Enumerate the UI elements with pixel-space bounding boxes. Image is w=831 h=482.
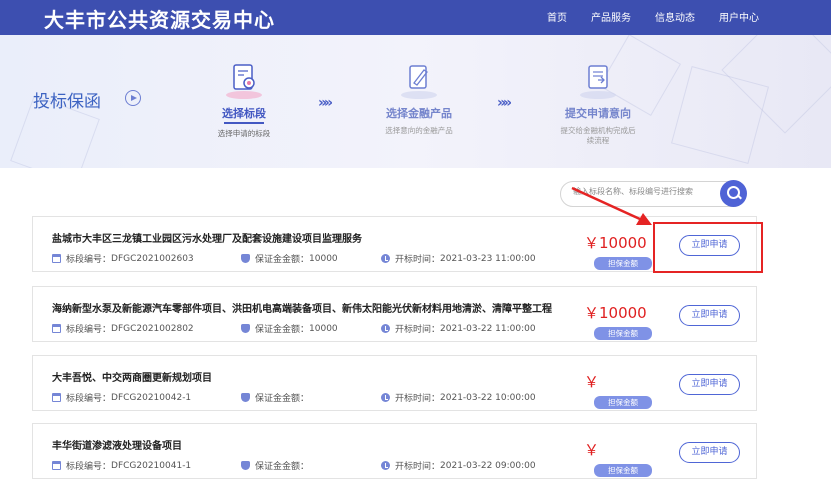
step-description: 选择意向的金融产品 xyxy=(385,126,453,135)
step-name: 提交申请意向 xyxy=(565,107,631,120)
step-description: 选择申请的标段 xyxy=(217,129,271,138)
project-deposit: 保证金金额： 10000 xyxy=(241,252,338,265)
project-code: 标段编号： DFCG20210042-1 xyxy=(52,391,191,404)
project-card: 丰华街道渗滤液处理设备项目 标段编号： DFCG20210041-1 保证金金额：… xyxy=(32,423,757,479)
play-icon[interactable] xyxy=(125,90,141,106)
search-input[interactable] xyxy=(573,187,713,196)
guarantee-amount-tag: 担保金额 xyxy=(594,396,652,409)
project-card: 大丰吾悦、中交两商圈更新规划项目 标段编号： DFCG20210042-1 保证金… xyxy=(32,355,757,411)
project-open-time: 开标时间： 2021-03-23 11:00:00 xyxy=(381,252,536,265)
clock-icon xyxy=(381,393,390,402)
nav-products[interactable]: 产品服务 xyxy=(591,9,631,24)
step-select-section[interactable]: 选择标段 选择申请的标段 xyxy=(184,61,304,139)
step-select-product[interactable]: 选择金融产品 选择意向的金融产品 xyxy=(359,61,479,136)
clock-icon xyxy=(381,461,390,470)
apply-now-button[interactable]: 立即申请 xyxy=(679,305,740,326)
shield-icon xyxy=(241,254,250,263)
calendar-icon xyxy=(52,254,61,263)
guarantee-price: ￥ xyxy=(584,373,600,391)
clock-icon xyxy=(381,324,390,333)
nav-home[interactable]: 首页 xyxy=(547,9,567,24)
apply-now-button[interactable]: 立即申请 xyxy=(679,374,740,395)
site-title: 大丰市公共资源交易中心 xyxy=(44,8,275,32)
project-open-time: 开标时间： 2021-03-22 10:00:00 xyxy=(381,391,536,404)
project-title: 大丰吾悦、中交两商圈更新规划项目 xyxy=(52,373,212,384)
calendar-icon xyxy=(52,461,61,470)
project-code: 标段编号： DFGC2021002603 xyxy=(52,252,194,265)
search-box xyxy=(560,181,746,207)
step-arrow: »» xyxy=(497,95,512,111)
guarantee-price: ￥ xyxy=(584,441,600,459)
top-bar: 大丰市公共资源交易中心 首页 产品服务 信息动态 用户中心 xyxy=(0,0,831,35)
project-title: 海纳新型水泵及新能源汽车零部件项目、洪田机电高端装备项目、新伟太阳能光伏新材料用… xyxy=(52,304,552,315)
document-edit-icon xyxy=(397,61,441,101)
nav-news[interactable]: 信息动态 xyxy=(655,9,695,24)
form-submit-icon xyxy=(576,61,620,101)
guarantee-price: ￥10000 xyxy=(584,234,647,252)
shield-icon xyxy=(241,324,250,333)
step-arrow: »» xyxy=(318,95,333,111)
process-banner: 投标保函 选择标段 选择申请的标段 »» 选择金融产品 选择意向的金融产品 »»… xyxy=(0,35,831,168)
apply-now-button[interactable]: 立即申请 xyxy=(679,442,740,463)
project-title: 丰华街道渗滤液处理设备项目 xyxy=(52,441,182,452)
step-name: 选择金融产品 xyxy=(386,107,452,120)
project-code: 标段编号： DFGC2021002802 xyxy=(52,322,194,335)
project-open-time: 开标时间： 2021-03-22 11:00:00 xyxy=(381,322,536,335)
search-icon[interactable] xyxy=(720,180,747,207)
project-title: 盐城市大丰区三龙镇工业园区污水处理厂及配套设施建设项目监理服务 xyxy=(52,234,362,245)
project-card: 海纳新型水泵及新能源汽车零部件项目、洪田机电高端装备项目、新伟太阳能光伏新材料用… xyxy=(32,286,757,342)
guarantee-amount-tag: 担保金额 xyxy=(594,257,652,270)
project-open-time: 开标时间： 2021-03-22 09:00:00 xyxy=(381,459,536,472)
project-card: 盐城市大丰区三龙镇工业园区污水处理厂及配套设施建设项目监理服务 标段编号： DFG… xyxy=(32,216,757,272)
project-deposit: 保证金金额： xyxy=(241,391,309,404)
banner-title: 投标保函 xyxy=(33,92,101,112)
step-submit-intent[interactable]: 提交申请意向 提交给金融机构完成后续流程 xyxy=(538,61,658,146)
nav-user-center[interactable]: 用户中心 xyxy=(719,9,759,24)
annotation-highlight-box xyxy=(653,222,763,273)
clock-icon xyxy=(381,254,390,263)
project-code: 标段编号： DFCG20210041-1 xyxy=(52,459,191,472)
calendar-icon xyxy=(52,393,61,402)
shield-icon xyxy=(241,393,250,402)
guarantee-amount-tag: 担保金额 xyxy=(594,327,652,340)
shield-icon xyxy=(241,461,250,470)
main-nav: 首页 产品服务 信息动态 用户中心 xyxy=(547,9,759,24)
certificate-icon xyxy=(222,61,266,101)
step-name: 选择标段 xyxy=(222,107,266,120)
active-step-underline xyxy=(224,122,264,124)
project-deposit: 保证金金额： xyxy=(241,459,309,472)
calendar-icon xyxy=(52,324,61,333)
guarantee-amount-tag: 担保金额 xyxy=(594,464,652,477)
project-deposit: 保证金金额： 10000 xyxy=(241,322,338,335)
step-description: 提交给金融机构完成后续流程 xyxy=(560,126,636,145)
guarantee-price: ￥10000 xyxy=(584,304,647,322)
